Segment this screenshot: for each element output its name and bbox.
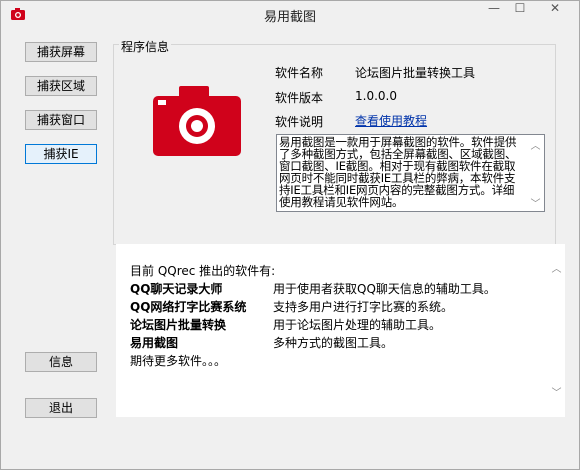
description-textbox[interactable]: 易用截图是一款用于屏幕截图的软件。软件提供了多种截图方式，包括全屏幕截图、区域截… <box>276 134 545 212</box>
product-name: QQ网络打字比赛系统 <box>130 300 247 314</box>
product-name: QQ聊天记录大师 <box>130 282 223 296</box>
product-desc: 用于论坛图片处理的辅助工具。 <box>273 318 442 332</box>
camera-icon <box>153 86 241 156</box>
capture-region-button[interactable]: 捕获区域 <box>25 76 97 96</box>
info-button[interactable]: 信息 <box>25 352 97 372</box>
software-desc-label: 软件说明 <box>275 115 324 129</box>
maximize-button[interactable]: ☐ <box>509 1 531 21</box>
product-desc: 多种方式的截图工具。 <box>273 336 394 350</box>
product-desc: 用于使用者获取QQ聊天信息的辅助工具。 <box>273 282 496 296</box>
product-name: 论坛图片批量转换 <box>130 318 227 332</box>
software-version-value: 1.0.0.0 <box>355 89 397 103</box>
scroll-down-icon[interactable]: ﹀ <box>548 384 565 399</box>
products-footer: 期待更多软件。。。 <box>130 354 227 368</box>
close-button[interactable]: ✕ <box>533 1 577 21</box>
software-version-label: 软件版本 <box>275 91 324 105</box>
exit-button[interactable]: 退出 <box>25 398 97 418</box>
tutorial-link[interactable]: 查看使用教程 <box>355 112 427 129</box>
capture-window-button[interactable]: 捕获窗口 <box>25 110 97 130</box>
minimize-button[interactable]: — <box>483 1 505 21</box>
product-desc: 支持多用户进行打字比赛的系统。 <box>273 300 454 314</box>
product-name: 易用截图 <box>130 336 179 350</box>
scroll-down-icon[interactable]: ﹀ <box>527 195 544 210</box>
capture-ie-button[interactable]: 捕获IE <box>25 144 97 164</box>
description-scrollbar[interactable]: ︿ ﹀ <box>527 135 544 211</box>
products-intro: 目前 QQrec 推出的软件有: <box>130 264 276 278</box>
program-info-legend: 程序信息 <box>119 38 172 55</box>
software-name-value: 论坛图片批量转换工具 <box>355 66 476 80</box>
app-window: 易用截图 — ☐ ✕ 捕获屏幕 捕获区域 捕获窗口 捕获IE 信息 退出 程序信… <box>0 0 580 470</box>
description-text: 易用截图是一款用于屏幕截图的软件。软件提供了多种截图方式，包括全屏幕截图、区域截… <box>279 136 517 209</box>
software-name-label: 软件名称 <box>275 66 324 80</box>
scroll-up-icon[interactable]: ︿ <box>527 137 544 152</box>
title-bar[interactable]: 易用截图 — ☐ ✕ <box>1 1 579 29</box>
products-panel: 目前 QQrec 推出的软件有: QQ聊天记录大师 用于使用者获取QQ聊天信息的… <box>116 244 565 417</box>
scroll-up-icon[interactable]: ︿ <box>548 260 565 275</box>
capture-screen-button[interactable]: 捕获屏幕 <box>25 42 97 62</box>
products-scrollbar[interactable]: ︿ ﹀ <box>548 244 565 417</box>
